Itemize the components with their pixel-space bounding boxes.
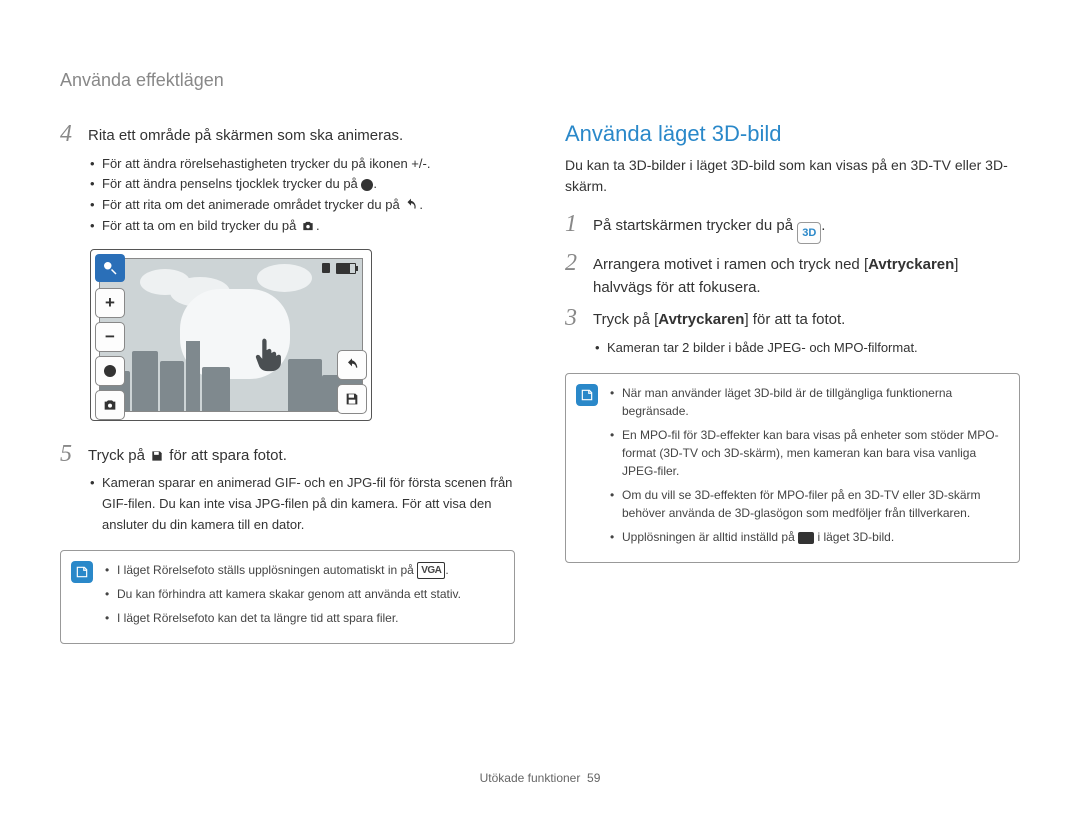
step-number: 5	[60, 441, 78, 467]
step-number: 1	[565, 211, 583, 237]
note-item: Du kan förhindra att kamera skakar genom…	[105, 585, 500, 603]
3d-mode-icon: 3D	[797, 222, 821, 244]
note-item: När man använder läget 3D-bild är de til…	[610, 384, 1005, 420]
breadcrumb: Använda effektlägen	[60, 70, 1020, 91]
page-footer: Utökade funktioner 59	[60, 751, 1020, 785]
note-item: I läget Rörelsefoto kan det ta längre ti…	[105, 609, 500, 627]
bullet: För att ändra penselns tjocklek trycker …	[90, 174, 515, 195]
note-item: En MPO-fil för 3D-effekter kan bara visa…	[610, 426, 1005, 480]
resolution-icon	[798, 532, 814, 544]
plus-button[interactable]: +	[95, 288, 125, 318]
save-button[interactable]	[337, 384, 367, 414]
bullet: För att rita om det animerade området tr…	[90, 195, 515, 216]
bullet: Kameran tar 2 bilder i både JPEG- och MP…	[595, 338, 1020, 359]
section-intro: Du kan ta 3D-bilder i läget 3D-bild som …	[565, 155, 1020, 197]
note-box-left: I läget Rörelsefoto ställs upplösningen …	[60, 550, 515, 644]
step-text: Tryck på [Avtryckaren] för att ta fotot.	[593, 305, 845, 332]
step-5-bullets: Kameran sparar en animerad GIF- och en J…	[60, 473, 515, 535]
step-text: Tryck på för att spara fotot.	[88, 441, 287, 468]
step-2: 2 Arrangera motivet i ramen och tryck ne…	[565, 250, 1020, 299]
camera-icon	[300, 219, 316, 233]
footer-section: Utökade funktioner	[480, 771, 581, 785]
note-icon	[71, 561, 93, 583]
bullet: Kameran sparar en animerad GIF- och en J…	[90, 473, 515, 535]
battery-icon	[336, 263, 356, 274]
section-heading: Använda läget 3D-bild	[565, 121, 1020, 147]
undo-button[interactable]	[337, 350, 367, 380]
note-item: Om du vill se 3D-effekten för MPO-filer …	[610, 486, 1005, 522]
step-4-bullets: För att ändra rörelsehastigheten trycker…	[60, 154, 515, 237]
step-text: Rita ett område på skärmen som ska anime…	[88, 121, 403, 148]
save-icon	[149, 449, 165, 463]
step-text: På startskärmen trycker du på 3D.	[593, 211, 825, 244]
step-5: 5 Tryck på för att spara fotot.	[60, 441, 515, 468]
undo-icon	[403, 198, 419, 212]
step-number: 4	[60, 121, 78, 147]
left-column: 4 Rita ett område på skärmen som ska ani…	[60, 121, 515, 751]
bullet: För att ta om en bild trycker du på .	[90, 216, 515, 237]
minus-button[interactable]: −	[95, 322, 125, 352]
note-box-right: När man använder läget 3D-bild är de til…	[565, 373, 1020, 563]
mode-icon[interactable]	[95, 254, 125, 282]
status-bar	[320, 263, 356, 274]
step-text: Arrangera motivet i ramen och tryck ned …	[593, 250, 1020, 299]
step-number: 2	[565, 250, 583, 276]
brush-dot-icon	[361, 179, 373, 191]
step-number: 3	[565, 305, 583, 331]
step-3-bullets: Kameran tar 2 bilder i både JPEG- och MP…	[565, 338, 1020, 359]
retake-button[interactable]	[95, 390, 125, 420]
note-icon	[576, 384, 598, 406]
footer-page: 59	[587, 771, 600, 785]
bullet: För att ändra rörelsehastigheten trycker…	[90, 154, 515, 175]
right-column: Använda läget 3D-bild Du kan ta 3D-bilde…	[565, 121, 1020, 751]
touch-gesture-icon	[245, 329, 291, 375]
note-item: Upplösningen är alltid inställd på i läg…	[610, 528, 1005, 546]
vga-badge: VGA	[417, 562, 445, 579]
step-3: 3 Tryck på [Avtryckaren] för att ta foto…	[565, 305, 1020, 332]
note-item: I läget Rörelsefoto ställs upplösningen …	[105, 561, 500, 579]
sd-icon	[320, 263, 332, 273]
brush-button[interactable]	[95, 356, 125, 386]
step-4: 4 Rita ett område på skärmen som ska ani…	[60, 121, 515, 148]
step-1: 1 På startskärmen trycker du på 3D.	[565, 211, 1020, 244]
motion-photo-illustration: + −	[90, 249, 372, 421]
